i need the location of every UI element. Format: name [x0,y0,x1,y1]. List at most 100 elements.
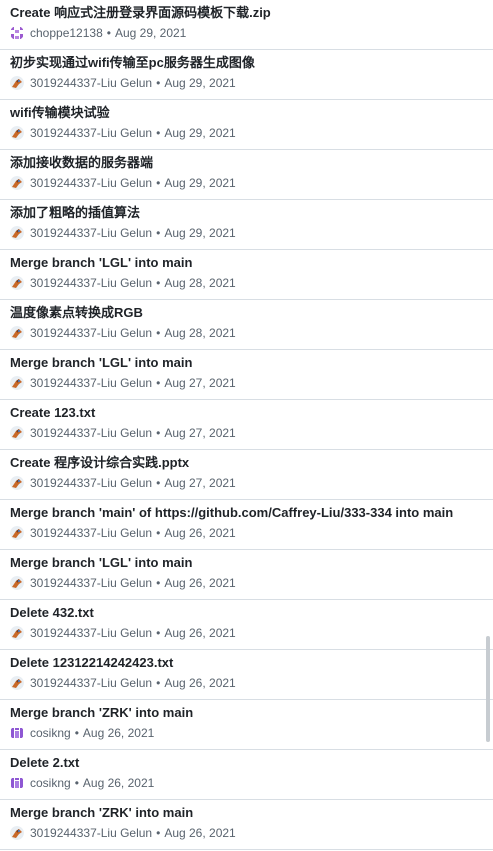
commit-date: Aug 28, 2021 [164,326,236,340]
commit-row: Merge branch 'ZRK' into main cosikng • A… [0,700,493,750]
commit-meta: 3019244337-Liu Gelun • Aug 27, 2021 [10,376,236,390]
commit-row: wifi传输模块试验 3019244337-Liu Gelun • Aug 29… [0,100,493,150]
commit-date: Aug 29, 2021 [164,76,236,90]
commit-row: Create 响应式注册登录界面源码模板下载.zip choppe12138 •… [0,0,493,50]
commit-message-link[interactable]: Merge branch 'ZRK' into main [10,805,193,821]
author-link[interactable]: 3019244337-Liu Gelun [30,576,152,590]
commit-date: Aug 26, 2021 [82,776,155,790]
separator: • [156,376,161,390]
scrollbar-thumb[interactable] [486,636,490,742]
commit-row: Delete 432.txt 3019244337-Liu Gelun • Au… [0,600,493,650]
commit-message-link[interactable]: Create 123.txt [10,405,95,421]
fox-avatar[interactable] [10,676,24,690]
author-link[interactable]: choppe12138 [30,26,103,40]
commit-message-link[interactable]: Merge branch 'LGL' into main [10,555,192,571]
fox-avatar[interactable] [10,426,24,440]
commit-message-link[interactable]: 初步实现通过wifi传输至pc服务器生成图像 [10,55,255,71]
author-link[interactable]: 3019244337-Liu Gelun [30,476,152,490]
author-link[interactable]: 3019244337-Liu Gelun [30,676,152,690]
fox-avatar[interactable] [10,376,24,390]
fox-avatar[interactable] [10,76,24,90]
commit-meta: cosikng • Aug 26, 2021 [10,776,154,790]
author-link[interactable]: cosikng [30,726,71,740]
commit-message-link[interactable]: Merge branch 'LGL' into main [10,255,192,271]
author-link[interactable]: 3019244337-Liu Gelun [30,326,152,340]
separator: • [156,176,161,190]
fox-avatar[interactable] [10,476,24,490]
commit-message-link[interactable]: Merge branch 'main' of https://github.co… [10,505,453,521]
fox-avatar[interactable] [10,226,24,240]
separator: • [156,826,161,840]
commit-row: Delete 12312214242423.txt 3019244337-Liu… [0,650,493,700]
commit-list: Create 响应式注册登录界面源码模板下载.zip choppe12138 •… [0,0,493,851]
commit-date: Aug 27, 2021 [164,426,236,440]
commit-message-link[interactable]: wifi传输模块试验 [10,105,110,121]
commit-meta: cosikng • Aug 26, 2021 [10,726,154,740]
commit-meta: 3019244337-Liu Gelun • Aug 26, 2021 [10,826,236,840]
commit-message-link[interactable]: 温度像素点转换成RGB [10,305,143,321]
fox-avatar[interactable] [10,176,24,190]
commit-message-link[interactable]: 添加了粗略的插值算法 [10,205,140,221]
fox-avatar[interactable] [10,626,24,640]
fox-avatar[interactable] [10,826,24,840]
commit-meta: 3019244337-Liu Gelun • Aug 28, 2021 [10,326,236,340]
author-link[interactable]: 3019244337-Liu Gelun [30,376,152,390]
commit-message-link[interactable]: Merge branch 'LGL' into main [10,355,192,371]
separator: • [156,676,161,690]
commit-meta: 3019244337-Liu Gelun • Aug 28, 2021 [10,276,236,290]
author-link[interactable]: 3019244337-Liu Gelun [30,626,152,640]
fox-avatar[interactable] [10,326,24,340]
purple-pixel-avatar[interactable] [10,26,24,40]
separator: • [156,576,161,590]
commit-row: Create 程序设计综合实践.pptx 3019244337-Liu Gelu… [0,450,493,500]
commit-message-link[interactable]: Delete 2.txt [10,755,79,771]
separator: • [156,126,161,140]
purple-identicon-avatar[interactable] [10,726,24,740]
fox-avatar[interactable] [10,126,24,140]
purple-identicon-avatar[interactable] [10,776,24,790]
commit-row: 温度像素点转换成RGB 3019244337-Liu Gelun • Aug 2… [0,300,493,350]
commit-date: Aug 27, 2021 [164,476,236,490]
commit-meta: 3019244337-Liu Gelun • Aug 29, 2021 [10,76,236,90]
commit-row: Merge branch 'LGL' into main 3019244337-… [0,350,493,400]
fox-avatar[interactable] [10,276,24,290]
separator: • [156,276,161,290]
author-link[interactable]: 3019244337-Liu Gelun [30,76,152,90]
commit-message-link[interactable]: Create 程序设计综合实践.pptx [10,455,189,471]
author-link[interactable]: 3019244337-Liu Gelun [30,276,152,290]
separator: • [156,76,161,90]
commit-date: Aug 26, 2021 [82,726,155,740]
commit-meta: 3019244337-Liu Gelun • Aug 29, 2021 [10,176,236,190]
separator: • [156,426,161,440]
commit-message-link[interactable]: Merge branch 'ZRK' into main [10,705,193,721]
commit-date: Aug 26, 2021 [164,626,236,640]
commit-date: Aug 29, 2021 [164,176,236,190]
commit-message-link[interactable]: Create 响应式注册登录界面源码模板下载.zip [10,5,271,21]
commit-row: Merge branch 'LGL' into main 3019244337-… [0,550,493,600]
author-link[interactable]: cosikng [30,776,71,790]
separator: • [156,626,161,640]
commit-meta: 3019244337-Liu Gelun • Aug 26, 2021 [10,626,236,640]
commit-date: Aug 29, 2021 [114,26,187,40]
author-link[interactable]: 3019244337-Liu Gelun [30,826,152,840]
commit-message-link[interactable]: 添加接收数据的服务器端 [10,155,153,171]
separator: • [156,476,161,490]
author-link[interactable]: 3019244337-Liu Gelun [30,176,152,190]
fox-avatar[interactable] [10,576,24,590]
commit-message-link[interactable]: Delete 12312214242423.txt [10,655,173,671]
commit-date: Aug 26, 2021 [164,676,236,690]
author-link[interactable]: 3019244337-Liu Gelun [30,226,152,240]
commit-row: Create 123.txt 3019244337-Liu Gelun • Au… [0,400,493,450]
fox-avatar[interactable] [10,526,24,540]
commit-meta: 3019244337-Liu Gelun • Aug 26, 2021 [10,576,236,590]
commit-row: Merge branch 'main' of https://github.co… [0,500,493,550]
commit-date: Aug 26, 2021 [164,576,236,590]
commit-meta: 3019244337-Liu Gelun • Aug 27, 2021 [10,426,236,440]
commit-row: Merge branch 'ZRK' into main 3019244337-… [0,800,493,850]
commit-meta: 3019244337-Liu Gelun • Aug 26, 2021 [10,526,236,540]
author-link[interactable]: 3019244337-Liu Gelun [30,526,152,540]
commit-meta: 3019244337-Liu Gelun • Aug 27, 2021 [10,476,236,490]
commit-message-link[interactable]: Delete 432.txt [10,605,94,621]
author-link[interactable]: 3019244337-Liu Gelun [30,126,152,140]
author-link[interactable]: 3019244337-Liu Gelun [30,426,152,440]
